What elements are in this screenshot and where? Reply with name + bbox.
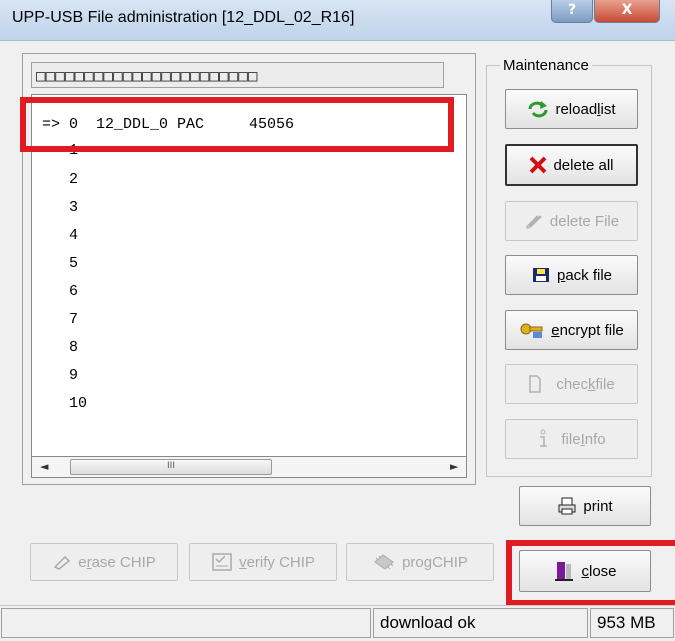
list-item[interactable]: 4 bbox=[42, 227, 78, 251]
window-title: UPP-USB File administration [12_DDL_02_R… bbox=[12, 9, 355, 26]
eraser-pencil-icon bbox=[52, 554, 72, 570]
eraser-icon bbox=[524, 212, 544, 230]
title-bar: UPP-USB File administration [12_DDL_02_R… bbox=[0, 0, 675, 41]
info-icon bbox=[537, 429, 549, 449]
file-info-button[interactable]: file Info bbox=[505, 419, 638, 459]
file-list-header: □□□□□□□□□□□□□□□□□□□□□□□ bbox=[31, 62, 444, 88]
list-item[interactable]: => 0 12_DDL_0 PAC 45056 bbox=[42, 116, 294, 140]
scroll-left-arrow-icon[interactable]: ◄ bbox=[40, 460, 48, 473]
checklist-icon bbox=[211, 553, 233, 571]
help-button[interactable]: ? bbox=[551, 0, 593, 23]
list-item[interactable]: 5 bbox=[42, 255, 78, 279]
horizontal-scrollbar[interactable]: ◄ III ► bbox=[31, 456, 467, 478]
window-close-button[interactable]: X bbox=[594, 0, 660, 23]
list-item[interactable]: 2 bbox=[42, 171, 78, 195]
status-message: download ok bbox=[373, 608, 588, 638]
document-icon bbox=[528, 375, 542, 393]
reload-list-button[interactable]: reload l ist bbox=[505, 89, 638, 129]
file-list[interactable]: => 0 12_DDL_0 PAC 45056 1 2 3 4 5 6 7 8 … bbox=[31, 94, 467, 458]
maintenance-label: Maintenance bbox=[500, 57, 592, 74]
prog-chip-button[interactable]: pro g CHIP bbox=[346, 543, 494, 581]
pack-file-button[interactable]: p ack file bbox=[505, 255, 638, 295]
delete-all-button[interactable]: delete all bbox=[505, 144, 638, 186]
status-bar: download ok 953 MB bbox=[0, 605, 675, 641]
status-size: 953 MB bbox=[590, 608, 674, 638]
list-item[interactable]: 9 bbox=[42, 367, 78, 391]
list-item[interactable]: 8 bbox=[42, 339, 78, 363]
key-icon bbox=[519, 321, 545, 339]
pack-icon bbox=[531, 266, 551, 284]
print-button[interactable]: print bbox=[519, 486, 651, 526]
list-item[interactable]: 6 bbox=[42, 283, 78, 307]
check-file-button[interactable]: chec k file bbox=[505, 364, 638, 404]
list-item[interactable]: 7 bbox=[42, 311, 78, 335]
status-left bbox=[1, 608, 371, 638]
scroll-thumb[interactable]: III bbox=[70, 459, 272, 475]
file-admin-window: UPP-USB File administration [12_DDL_02_R… bbox=[0, 0, 675, 641]
exit-door-icon bbox=[553, 560, 575, 582]
delete-file-button[interactable]: delete File bbox=[505, 201, 638, 241]
list-item[interactable]: 3 bbox=[42, 199, 78, 223]
chip-icon bbox=[372, 553, 396, 571]
file-list-panel: □□□□□□□□□□□□□□□□□□□□□□□ => 0 12_DDL_0 PA… bbox=[22, 53, 476, 485]
close-button[interactable]: c lose bbox=[519, 550, 651, 592]
list-item[interactable]: 1 bbox=[42, 142, 78, 166]
printer-icon bbox=[557, 497, 577, 515]
delete-x-icon bbox=[529, 156, 547, 174]
scroll-right-arrow-icon[interactable]: ► bbox=[450, 460, 458, 473]
reload-icon bbox=[527, 100, 549, 118]
verify-chip-button[interactable]: v erify CHIP bbox=[189, 543, 337, 581]
encrypt-file-button[interactable]: e ncrypt file bbox=[505, 310, 638, 350]
erase-chip-button[interactable]: e r ase CHIP bbox=[30, 543, 178, 581]
list-item[interactable]: 10 bbox=[42, 395, 87, 419]
